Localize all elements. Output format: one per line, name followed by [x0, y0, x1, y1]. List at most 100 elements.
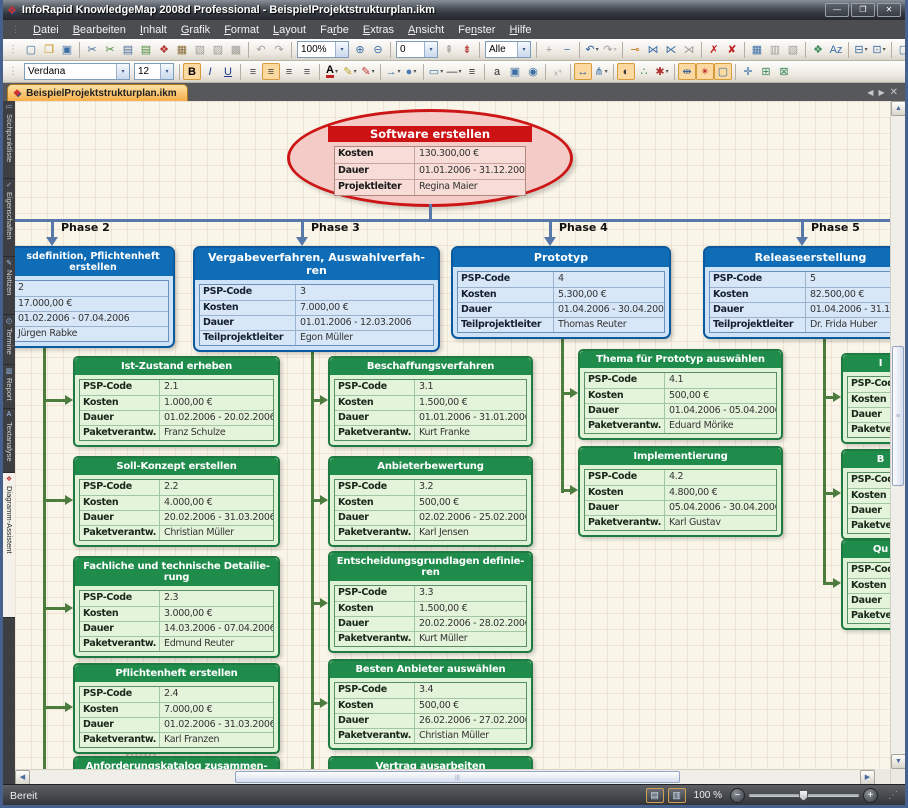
tab-prev-icon[interactable]: ◀: [867, 88, 873, 97]
menu-datei[interactable]: Datei: [26, 22, 66, 38]
open-file-icon[interactable]: ❒: [40, 41, 58, 58]
sidebar-tab-diagramm-assistent[interactable]: ❖Diagramm-Assistent: [3, 473, 15, 618]
vertical-scrollbar[interactable]: ▲ ≡ ▼: [890, 101, 905, 784]
undo-icon[interactable]: ↶▾: [583, 41, 601, 58]
bold-icon[interactable]: B: [183, 63, 201, 80]
menu-bearbeiten[interactable]: Bearbeiten: [66, 22, 133, 38]
selection-frame-icon[interactable]: ▢: [714, 63, 732, 80]
scroll-right-icon[interactable]: ▶: [860, 770, 875, 785]
menu-hilfe[interactable]: Hilfe: [502, 22, 538, 38]
zoom-select[interactable]: 100%▾: [297, 41, 349, 58]
paste-branch-icon[interactable]: ▨: [209, 41, 227, 58]
tab-close-icon[interactable]: ✕: [890, 87, 898, 98]
fit-diagram-icon[interactable]: ✛: [739, 63, 757, 80]
group-nodes-icon[interactable]: ⊞: [757, 63, 775, 80]
phase-node-vergabeverfahren-auswahlverfah-ren[interactable]: Vergabeverfahren, Auswahlverfah-renPSP-C…: [193, 246, 440, 352]
shadow-icon[interactable]: ◉: [524, 63, 542, 80]
menu-fenster[interactable]: Fenster: [451, 22, 502, 38]
ungroup-nodes-icon[interactable]: ⊠: [775, 63, 793, 80]
picture-frame-icon[interactable]: ▣: [506, 63, 524, 80]
line-width-icon[interactable]: ≡: [463, 63, 481, 80]
normal-view-button[interactable]: ▤: [646, 788, 664, 803]
zoom-in-button[interactable]: +: [863, 788, 878, 803]
sidebar-tab-textanalyse[interactable]: ATextanalyse: [3, 409, 15, 473]
menu-inhalt[interactable]: Inhalt: [133, 22, 174, 38]
vertical-scroll-thumb[interactable]: ≡: [892, 346, 904, 486]
delete-table-icon[interactable]: ▧: [784, 41, 802, 58]
font-size-select[interactable]: 12▾: [134, 63, 174, 80]
border-color-icon[interactable]: ✎▾: [359, 63, 377, 80]
save-file-icon[interactable]: ▣: [58, 41, 76, 58]
work-package-node-anforderungskatalog-zusammen[interactable]: Anforderungskatalog zusammen-: [73, 756, 280, 769]
root-node[interactable]: Software erstellen Kosten130.300,00 €Dau…: [287, 109, 573, 207]
delete-item-icon[interactable]: ✗: [705, 41, 723, 58]
branch-layout-icon[interactable]: ⋔▾: [592, 63, 610, 80]
menu-format[interactable]: Format: [217, 22, 266, 38]
outline-level-select[interactable]: 0▾: [396, 41, 438, 58]
navigate-back-icon[interactable]: ↶: [252, 41, 270, 58]
vertical-scroll-track[interactable]: ≡: [891, 116, 905, 754]
auto-layout-icon[interactable]: ❖: [809, 41, 827, 58]
split-view-icon[interactable]: ✴: [696, 63, 714, 80]
arrow-style-icon[interactable]: →▾: [384, 63, 402, 80]
work-package-node-besten-anbieter-ausw-hlen[interactable]: Besten Anbieter auswählenPSP-Code3.4Kost…: [328, 659, 533, 750]
filter-select-dropdown-icon[interactable]: ▾: [517, 42, 530, 57]
zoom-out-icon[interactable]: ⊖: [369, 41, 387, 58]
insert-cross-link-icon[interactable]: ⋉: [662, 41, 680, 58]
zoom-out-button[interactable]: −: [730, 788, 745, 803]
redo-icon[interactable]: ↷▾: [601, 41, 619, 58]
tab-next-icon[interactable]: ▶: [878, 88, 884, 97]
print-icon[interactable]: ⊟▾: [852, 41, 870, 58]
menu-extras[interactable]: Extras: [356, 22, 401, 38]
work-package-node-qu[interactable]: QuPSP-CodeKostenDauerPaketverantw.: [841, 539, 890, 630]
phase-node-sdefinition-pflichtenheft-erstellen[interactable]: sdefinition, Pflichtenheft erstellenPSP-…: [15, 246, 175, 348]
remove-link-icon[interactable]: ⋊: [680, 41, 698, 58]
menu-grafik[interactable]: Grafik: [174, 22, 217, 38]
sidebar-tab-eigenschaften[interactable]: ✓Eigenschaften: [3, 179, 15, 257]
horizontal-scrollbar[interactable]: ◀ ||| ▶: [15, 769, 875, 784]
resize-grip[interactable]: ⋰: [888, 790, 898, 801]
color-scheme-icon[interactable]: ✱▾: [653, 63, 671, 80]
presentation-mode-icon[interactable]: ▢: [895, 41, 905, 58]
work-package-node-fachliche-und-technische-detailie-rung[interactable]: Fachliche und technische Detailie-rungPS…: [73, 556, 280, 658]
work-package-node-b[interactable]: BPSP-CodeKostenDauerPaketverantw.: [841, 449, 890, 540]
expand-node-icon[interactable]: +: [540, 41, 558, 58]
work-package-node-entscheidungsgrundlagen-definie-ren[interactable]: Entscheidungsgrundlagen definie-renPSP-C…: [328, 551, 533, 653]
horizontal-scroll-track[interactable]: |||: [30, 770, 860, 784]
copy-icon[interactable]: ▤: [119, 41, 137, 58]
italic-icon[interactable]: I: [201, 63, 219, 80]
delete-branch-icon[interactable]: ✘: [723, 41, 741, 58]
sidebar-tab-notizen[interactable]: ✎Notizen: [3, 257, 15, 315]
scroll-left-icon[interactable]: ◀: [15, 770, 30, 785]
minimize-button[interactable]: —: [825, 3, 849, 17]
sidebar-tab-stichpunktliste[interactable]: ≔Stichpunktliste: [3, 101, 15, 179]
work-package-node-implementierung[interactable]: ImplementierungPSP-Code4.2Kosten4.800,00…: [578, 446, 783, 537]
diagram-canvas[interactable]: blog Software erstellen Kosten130.300,00…: [15, 101, 890, 769]
work-package-node-anbieterbewertung[interactable]: AnbieterbewertungPSP-Code3.2Kosten500,00…: [328, 456, 533, 547]
work-package-node-vertrag-ausarbeiten[interactable]: Vertrag ausarbeiten: [328, 756, 533, 769]
horizontal-scroll-thumb[interactable]: |||: [235, 771, 680, 783]
fit-width-icon[interactable]: ↔: [574, 63, 592, 80]
filter-select[interactable]: Alle▾: [485, 41, 531, 58]
font-size-select-dropdown-icon[interactable]: ▾: [160, 64, 173, 79]
work-package-node-beschaffungsverfahren[interactable]: BeschaffungsverfahrenPSP-Code3.1Kosten1.…: [328, 356, 533, 447]
zoom-slider-thumb[interactable]: [799, 790, 808, 801]
collapse-node-icon[interactable]: −: [558, 41, 576, 58]
underline-icon[interactable]: U: [219, 63, 237, 80]
navigate-forward-icon[interactable]: ↷: [270, 41, 288, 58]
phase-node-prototyp[interactable]: PrototypPSP-Code4Kosten5.300,00 €Dauer01…: [451, 246, 671, 339]
align-justify-icon[interactable]: ≡: [298, 63, 316, 80]
close-button[interactable]: ✕: [877, 3, 901, 17]
paste-special-icon[interactable]: ▧: [191, 41, 209, 58]
insert-relation-icon[interactable]: ⋈: [644, 41, 662, 58]
paste-structure-icon[interactable]: ▩: [227, 41, 245, 58]
fill-color-icon[interactable]: ●▾: [402, 63, 420, 80]
insert-link-icon[interactable]: ⊸: [626, 41, 644, 58]
work-package-node-thema-f-r-prototyp-ausw-hlen[interactable]: Thema für Prototyp auswählenPSP-Code4.1K…: [578, 349, 783, 440]
zoom-in-icon[interactable]: ⊕: [351, 41, 369, 58]
spread-branches-icon[interactable]: ⇹: [678, 63, 696, 80]
sidebar-tab-termine[interactable]: ◴Termine: [3, 315, 15, 365]
document-tab-active[interactable]: ❖ BeispielProjektstrukturplan.ikm: [7, 84, 188, 101]
collapse-level-icon[interactable]: ⇟: [458, 41, 476, 58]
copy-structure-icon[interactable]: ❖: [155, 41, 173, 58]
